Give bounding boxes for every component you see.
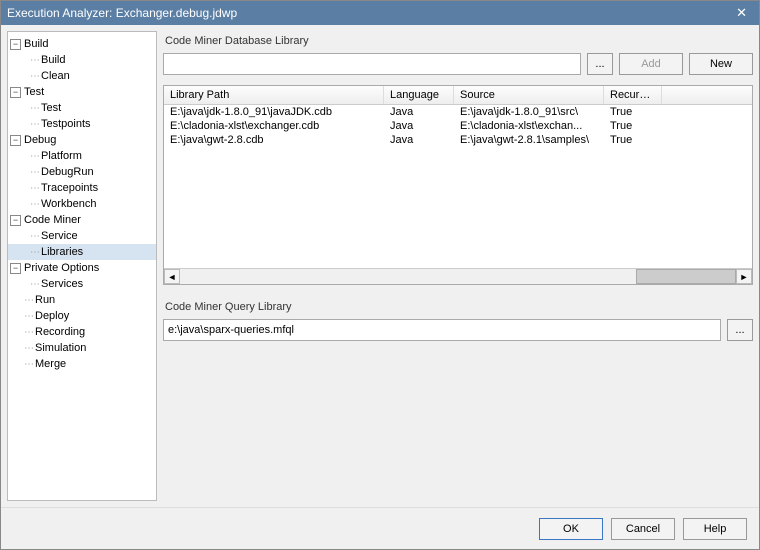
table-cell: E:\cladonia-xlst\exchan... — [454, 119, 604, 133]
tree-label: Services — [41, 278, 83, 290]
tree-node-platform[interactable]: ⋯Platform — [8, 148, 156, 164]
table-cell: True — [604, 105, 662, 119]
tree-label: Test — [41, 102, 61, 114]
tree-node-clean[interactable]: ⋯Clean — [8, 68, 156, 84]
tree-label: Testpoints — [41, 118, 91, 130]
scroll-track[interactable] — [180, 269, 736, 284]
col-library-path[interactable]: Library Path — [164, 86, 384, 104]
cancel-button[interactable]: Cancel — [611, 518, 675, 540]
query-library-label: Code Miner Query Library — [165, 301, 753, 313]
tree-node-build[interactable]: ⋯Build — [8, 52, 156, 68]
nav-tree: −Build⋯Build⋯Clean−Test⋯Test⋯Testpoints−… — [7, 31, 157, 501]
tree-label: Merge — [35, 358, 66, 370]
tree-label: Code Miner — [24, 214, 81, 226]
tree-label: Deploy — [35, 310, 69, 322]
add-button[interactable]: Add — [619, 53, 683, 75]
expand-icon[interactable]: − — [10, 215, 21, 226]
browse-button[interactable]: ... — [587, 53, 613, 75]
tree-label: Test — [24, 86, 44, 98]
query-input-row: ... — [163, 319, 753, 341]
tree-node-tracepoints[interactable]: ⋯Tracepoints — [8, 180, 156, 196]
tree-node-test[interactable]: ⋯Test — [8, 100, 156, 116]
table-body: E:\java\jdk-1.8.0_91\javaJDK.cdbJavaE:\j… — [164, 105, 752, 268]
tree-label: Run — [35, 294, 55, 306]
tree-node-debug[interactable]: −Debug — [8, 132, 156, 148]
tree-node-simulation[interactable]: ⋯Simulation — [8, 340, 156, 356]
table-cell: E:\java\gwt-2.8.1\samples\ — [454, 133, 604, 147]
main-panel: Code Miner Database Library ... Add New … — [163, 31, 753, 501]
tree-label: Build — [41, 54, 65, 66]
table-cell: E:\java\jdk-1.8.0_91\javaJDK.cdb — [164, 105, 384, 119]
titlebar: Execution Analyzer: Exchanger.debug.jdwp… — [1, 1, 759, 25]
table-cell: E:\cladonia-xlst\exchanger.cdb — [164, 119, 384, 133]
tree-label: Platform — [41, 150, 82, 162]
tree-node-deploy[interactable]: ⋯Deploy — [8, 308, 156, 324]
tree-label: Private Options — [24, 262, 99, 274]
table-cell: Java — [384, 105, 454, 119]
tree-node-recording[interactable]: ⋯Recording — [8, 324, 156, 340]
library-table: Library Path Language Source Recursive E… — [163, 85, 753, 285]
col-recursive[interactable]: Recursive — [604, 86, 662, 104]
tree-node-debugrun[interactable]: ⋯DebugRun — [8, 164, 156, 180]
tree-node-code-miner[interactable]: −Code Miner — [8, 212, 156, 228]
db-path-input[interactable] — [163, 53, 581, 75]
tree-node-services[interactable]: ⋯Services — [8, 276, 156, 292]
dialog-footer: OK Cancel Help — [1, 507, 759, 549]
tree-node-merge[interactable]: ⋯Merge — [8, 356, 156, 372]
tree-node-private-options[interactable]: −Private Options — [8, 260, 156, 276]
tree-label: Recording — [35, 326, 85, 338]
help-button[interactable]: Help — [683, 518, 747, 540]
table-header: Library Path Language Source Recursive — [164, 86, 752, 105]
table-cell: True — [604, 133, 662, 147]
table-cell: Java — [384, 119, 454, 133]
tree-label: Simulation — [35, 342, 86, 354]
table-cell: E:\java\jdk-1.8.0_91\src\ — [454, 105, 604, 119]
tree-label: Build — [24, 38, 48, 50]
horizontal-scrollbar[interactable]: ◄ ► — [164, 268, 752, 284]
tree-node-testpoints[interactable]: ⋯Testpoints — [8, 116, 156, 132]
tree-node-run[interactable]: ⋯Run — [8, 292, 156, 308]
ok-button[interactable]: OK — [539, 518, 603, 540]
expand-icon[interactable]: − — [10, 263, 21, 274]
new-button[interactable]: New — [689, 53, 753, 75]
tree-node-build[interactable]: −Build — [8, 36, 156, 52]
tree-label: Clean — [41, 70, 70, 82]
tree-label: DebugRun — [41, 166, 94, 178]
dialog-body: −Build⋯Build⋯Clean−Test⋯Test⋯Testpoints−… — [1, 25, 759, 507]
query-path-input[interactable] — [163, 319, 721, 341]
tree-node-service[interactable]: ⋯Service — [8, 228, 156, 244]
table-cell: True — [604, 119, 662, 133]
scroll-thumb[interactable] — [636, 269, 736, 284]
tree-node-libraries[interactable]: ⋯Libraries — [8, 244, 156, 260]
scroll-left-icon[interactable]: ◄ — [164, 269, 180, 284]
col-language[interactable]: Language — [384, 86, 454, 104]
tree-label: Service — [41, 230, 78, 242]
scroll-right-icon[interactable]: ► — [736, 269, 752, 284]
db-input-row: ... Add New — [163, 53, 753, 75]
table-cell: Java — [384, 133, 454, 147]
expand-icon[interactable]: − — [10, 39, 21, 50]
window-title: Execution Analyzer: Exchanger.debug.jdwp — [7, 6, 730, 20]
tree-label: Debug — [24, 134, 56, 146]
db-library-label: Code Miner Database Library — [165, 35, 753, 47]
col-source[interactable]: Source — [454, 86, 604, 104]
table-cell: E:\java\gwt-2.8.cdb — [164, 133, 384, 147]
expand-icon[interactable]: − — [10, 135, 21, 146]
tree-node-test[interactable]: −Test — [8, 84, 156, 100]
table-row[interactable]: E:\java\jdk-1.8.0_91\javaJDK.cdbJavaE:\j… — [164, 105, 752, 119]
tree-label: Libraries — [41, 246, 83, 258]
table-row[interactable]: E:\cladonia-xlst\exchanger.cdbJavaE:\cla… — [164, 119, 752, 133]
tree-node-workbench[interactable]: ⋯Workbench — [8, 196, 156, 212]
tree-label: Workbench — [41, 198, 96, 210]
tree-label: Tracepoints — [41, 182, 98, 194]
table-row[interactable]: E:\java\gwt-2.8.cdbJavaE:\java\gwt-2.8.1… — [164, 133, 752, 147]
close-icon[interactable]: ✕ — [730, 5, 753, 21]
expand-icon[interactable]: − — [10, 87, 21, 98]
query-browse-button[interactable]: ... — [727, 319, 753, 341]
